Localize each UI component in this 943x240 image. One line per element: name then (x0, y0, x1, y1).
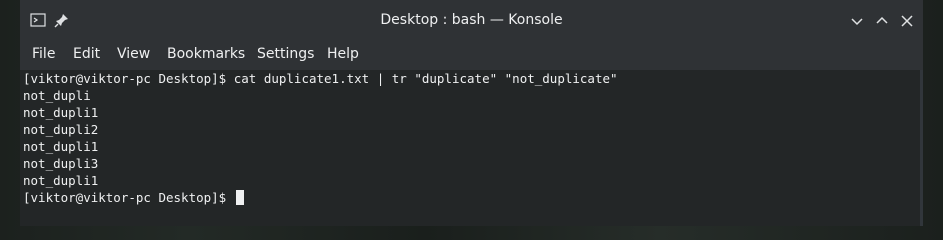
minimize-icon[interactable] (849, 13, 865, 29)
terminal-line: not_dupli1 (23, 173, 99, 188)
terminal-line: not_dupli1 (23, 139, 99, 154)
terminal-line: not_dupli2 (23, 122, 99, 137)
command-text: cat duplicate1.txt | tr "duplicate" "not… (233, 71, 618, 86)
menu-bar: File Edit View Bookmarks Settings Help (20, 38, 923, 70)
terminal-line: [viktor@viktor-pc Desktop]$ cat duplicat… (23, 70, 618, 87)
terminal-line: not_dupli3 (23, 156, 99, 171)
menu-settings[interactable]: Settings (257, 38, 314, 70)
menu-bookmarks[interactable]: Bookmarks (167, 38, 245, 70)
terminal-line: [viktor@viktor-pc Desktop]$ (23, 189, 244, 206)
konsole-window: Desktop : bash — Konsole File Edit View … (20, 0, 923, 226)
text-cursor (235, 190, 244, 205)
menu-view[interactable]: View (117, 38, 150, 70)
maximize-icon[interactable] (874, 13, 890, 29)
terminal-line: not_dupli (23, 88, 91, 103)
close-icon[interactable] (899, 13, 915, 29)
title-bar[interactable]: Desktop : bash — Konsole (20, 0, 923, 38)
menu-help[interactable]: Help (327, 38, 359, 70)
terminal-scrollbar[interactable] (920, 70, 923, 226)
terminal-output[interactable]: [viktor@viktor-pc Desktop]$ cat duplicat… (20, 70, 920, 226)
menu-file[interactable]: File (32, 38, 55, 70)
menu-edit[interactable]: Edit (73, 38, 100, 70)
terminal-line: not_dupli1 (23, 105, 99, 120)
shell-prompt: [viktor@viktor-pc Desktop]$ (23, 71, 234, 86)
window-title: Desktop : bash — Konsole (380, 12, 563, 28)
shell-prompt: [viktor@viktor-pc Desktop]$ (23, 190, 234, 205)
